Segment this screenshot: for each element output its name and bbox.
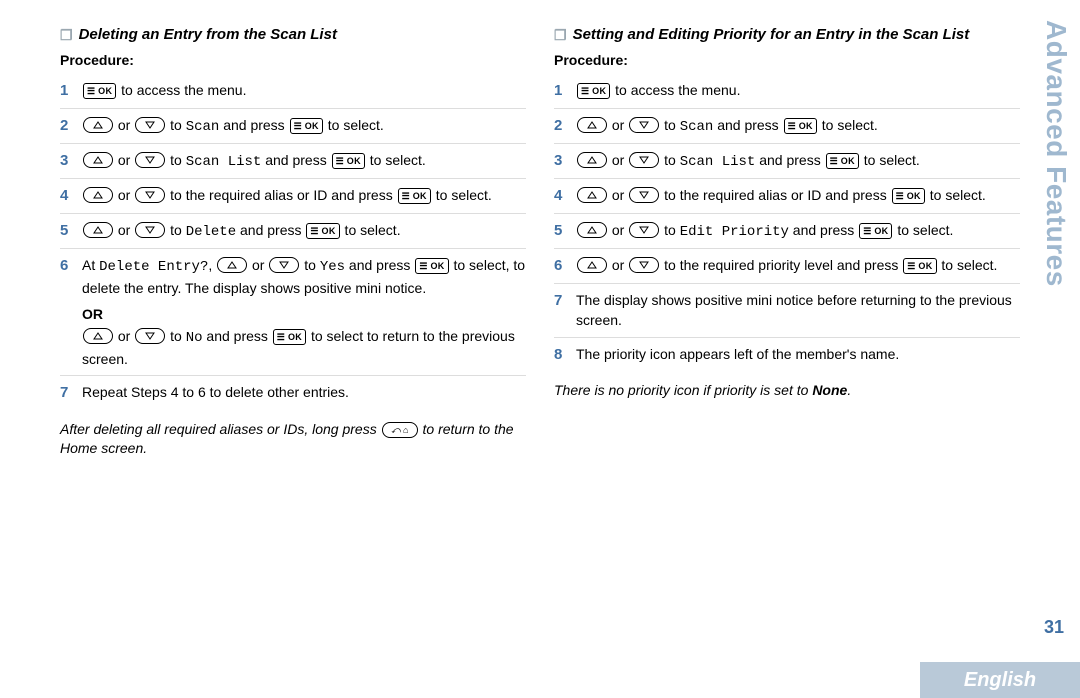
left-procedure-label: Procedure: <box>60 52 526 68</box>
ok-key-icon: ☰ OK <box>83 83 116 99</box>
up-key-icon <box>577 187 607 203</box>
up-key-icon <box>577 257 607 273</box>
ok-key-icon: ☰ OK <box>892 188 925 204</box>
left-title-text: Deleting an Entry from the Scan List <box>79 26 337 43</box>
ok-key-icon: ☰ OK <box>332 153 365 169</box>
ok-key-icon: ☰ OK <box>415 258 448 274</box>
down-key-icon <box>629 152 659 168</box>
down-key-icon <box>135 187 165 203</box>
ok-key-icon: ☰ OK <box>398 188 431 204</box>
right-step-6: or to the required priority level and pr… <box>554 248 1020 283</box>
right-step-1: ☰ OK to access the menu. <box>554 74 1020 108</box>
left-step-2: or to Scan and press ☰ OK to select. <box>60 108 526 143</box>
left-step-6: At Delete Entry?, or to Yes and press ☰ … <box>60 248 526 374</box>
chapter-sidebar-title: Advanced Features <box>1040 20 1072 287</box>
ok-key-icon: ☰ OK <box>577 83 610 99</box>
right-step-2: or to Scan and press ☰ OK to select. <box>554 108 1020 143</box>
left-step-5: or to Delete and press ☰ OK to select. <box>60 213 526 248</box>
page: ❐ Deleting an Entry from the Scan List P… <box>0 0 1080 698</box>
down-key-icon <box>269 257 299 273</box>
page-icon: ❐ <box>554 26 567 44</box>
up-key-icon <box>577 222 607 238</box>
right-note: There is no priority icon if priority is… <box>554 381 1020 401</box>
right-step-8: The priority icon appears left of the me… <box>554 337 1020 372</box>
up-key-icon <box>83 152 113 168</box>
right-step-3: or to Scan List and press ☰ OK to select… <box>554 143 1020 178</box>
down-key-icon <box>135 328 165 344</box>
left-step-4: or to the required alias or ID and press… <box>60 178 526 213</box>
up-key-icon <box>83 117 113 133</box>
ok-key-icon: ☰ OK <box>784 118 817 134</box>
down-key-icon <box>629 222 659 238</box>
left-step-1: ☰ OK to access the menu. <box>60 74 526 108</box>
left-note: After deleting all required aliases or I… <box>60 420 526 459</box>
or-label: OR <box>82 304 526 324</box>
left-section-title: ❐ Deleting an Entry from the Scan List <box>60 26 526 44</box>
page-number: 31 <box>1044 617 1064 638</box>
left-steps: ☰ OK to access the menu. or to Scan and … <box>60 74 526 410</box>
down-key-icon <box>629 187 659 203</box>
up-key-icon <box>83 187 113 203</box>
up-key-icon <box>577 152 607 168</box>
up-key-icon <box>83 328 113 344</box>
down-key-icon <box>629 257 659 273</box>
down-key-icon <box>135 152 165 168</box>
left-step-3: or to Scan List and press ☰ OK to select… <box>60 143 526 178</box>
right-column: ❐ Setting and Editing Priority for an En… <box>554 20 1020 698</box>
home-key-icon: ⤺ ⌂ <box>382 422 418 438</box>
down-key-icon <box>135 222 165 238</box>
ok-key-icon: ☰ OK <box>903 258 936 274</box>
left-step-7: Repeat Steps 4 to 6 to delete other entr… <box>60 375 526 410</box>
down-key-icon <box>135 117 165 133</box>
ok-key-icon: ☰ OK <box>290 118 323 134</box>
ok-key-icon: ☰ OK <box>859 223 892 239</box>
up-key-icon <box>577 117 607 133</box>
left-column: ❐ Deleting an Entry from the Scan List P… <box>60 20 526 698</box>
right-procedure-label: Procedure: <box>554 52 1020 68</box>
right-title-text: Setting and Editing Priority for an Entr… <box>573 26 970 43</box>
up-key-icon <box>217 257 247 273</box>
down-key-icon <box>629 117 659 133</box>
ok-key-icon: ☰ OK <box>273 329 306 345</box>
right-step-4: or to the required alias or ID and press… <box>554 178 1020 213</box>
right-section-title: ❐ Setting and Editing Priority for an En… <box>554 26 1020 44</box>
right-steps: ☰ OK to access the menu. or to Scan and … <box>554 74 1020 371</box>
language-badge: English <box>920 662 1080 698</box>
right-step-7: The display shows positive mini notice b… <box>554 283 1020 337</box>
page-icon: ❐ <box>60 26 73 44</box>
ok-key-icon: ☰ OK <box>306 223 339 239</box>
up-key-icon <box>83 222 113 238</box>
right-step-5: or to Edit Priority and press ☰ OK to se… <box>554 213 1020 248</box>
ok-key-icon: ☰ OK <box>826 153 859 169</box>
